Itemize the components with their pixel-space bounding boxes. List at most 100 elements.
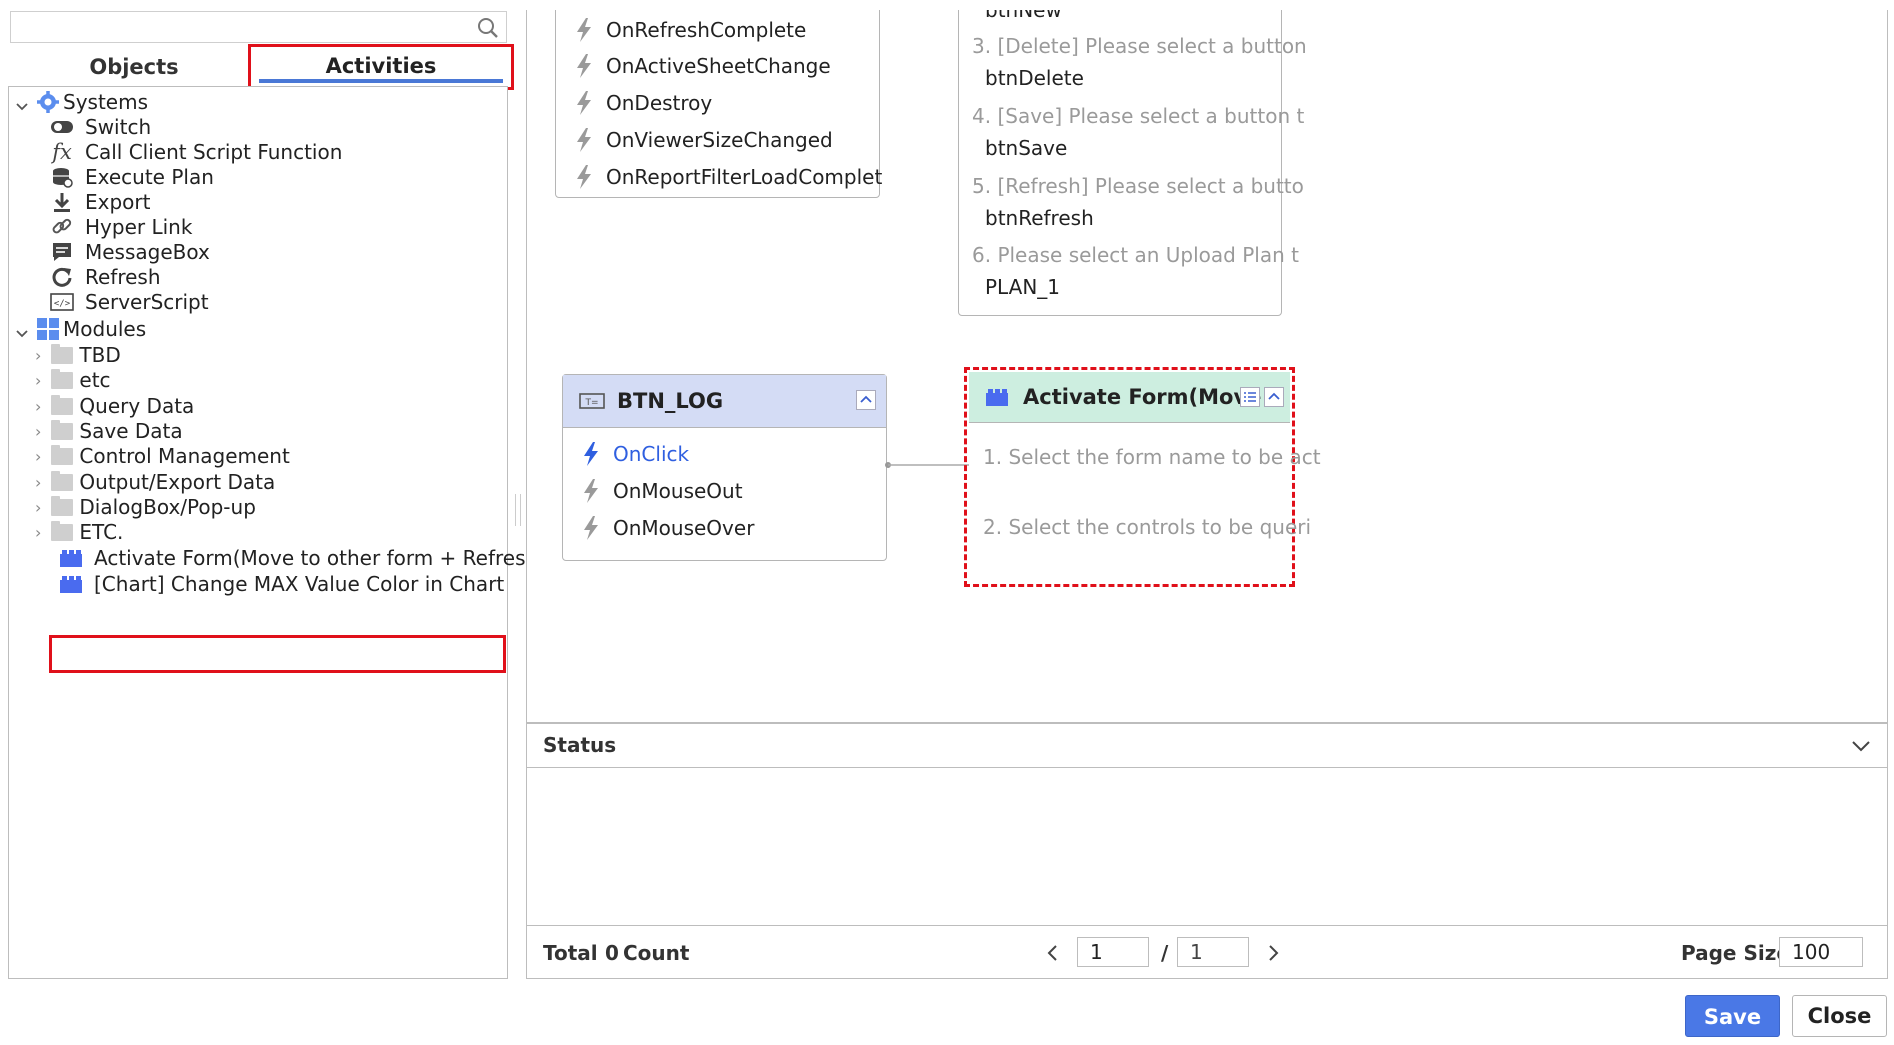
chevron-right-icon: › bbox=[35, 421, 42, 441]
flow-canvas[interactable]: OnRefreshComplete OnActiveSheetChange On… bbox=[526, 10, 1888, 723]
search-input[interactable] bbox=[10, 11, 507, 43]
tree-item-chart-max-color[interactable]: [Chart] Change MAX Value Color in Chart bbox=[58, 569, 504, 599]
tree-item-label: Execute Plan bbox=[85, 165, 214, 189]
event-item[interactable]: OnDestroy bbox=[574, 88, 712, 118]
param-label: 3. [Delete] Please select a button bbox=[972, 34, 1307, 58]
chevron-down-icon[interactable] bbox=[1851, 738, 1871, 754]
tree-folder-label: ETC. bbox=[79, 520, 124, 544]
chevron-right-icon[interactable] bbox=[1265, 944, 1281, 962]
tree-item-label: Switch bbox=[85, 115, 152, 139]
lightning-icon bbox=[577, 91, 591, 115]
grid-icon bbox=[35, 316, 61, 342]
panel-splitter[interactable] bbox=[515, 494, 521, 526]
selection-highlight bbox=[49, 635, 506, 673]
lightning-icon bbox=[577, 128, 591, 152]
node-header[interactable]: T= BTN_LOG bbox=[563, 375, 886, 428]
event-label: OnViewerSizeChanged bbox=[606, 128, 833, 152]
tree-node-label: Systems bbox=[63, 90, 148, 114]
param-label: 4. [Save] Please select a button t bbox=[972, 104, 1305, 128]
pagination-bar: Total 0 Count 1 / 1 Page Size 100 bbox=[526, 925, 1888, 979]
tree-item-label: Call Client Script Function bbox=[85, 140, 343, 164]
total-label: Total bbox=[543, 941, 598, 965]
parameter-node[interactable]: btnNew 3. [Delete] Please select a butto… bbox=[958, 10, 1307, 316]
event-item[interactable]: OnReportFilterLoadComplet bbox=[574, 162, 882, 192]
tree-item-label: MessageBox bbox=[85, 240, 210, 264]
total-count: 0 bbox=[605, 941, 619, 965]
tree-item-serverscript[interactable]: </> ServerScript bbox=[49, 287, 209, 317]
save-button[interactable]: Save bbox=[1685, 995, 1780, 1037]
chevron-left-icon[interactable] bbox=[1045, 944, 1061, 962]
chevron-right-icon: › bbox=[35, 345, 42, 365]
tab-activities-label: Activities bbox=[325, 54, 437, 78]
param-value[interactable]: PLAN_1 bbox=[985, 272, 1060, 302]
current-page-input[interactable]: 1 bbox=[1077, 937, 1149, 967]
status-title: Status bbox=[543, 733, 617, 757]
param-label: 5. [Refresh] Please select a butto bbox=[972, 174, 1304, 198]
event-label: OnActiveSheetChange bbox=[606, 54, 831, 78]
list-icon bbox=[1244, 392, 1256, 402]
close-button[interactable]: Close bbox=[1792, 995, 1887, 1037]
param-label[interactable]: 1. Select the form name to be act bbox=[983, 442, 1321, 472]
tree-folder-label: DialogBox/Pop-up bbox=[79, 495, 256, 519]
event-item-onclick[interactable]: OnClick bbox=[581, 439, 689, 469]
total-pages: 1 bbox=[1177, 937, 1249, 967]
collapse-button[interactable] bbox=[856, 390, 876, 410]
chevron-right-icon: › bbox=[35, 472, 42, 492]
tab-objects[interactable]: Objects bbox=[10, 48, 258, 86]
tree-folder-label: TBD bbox=[79, 343, 121, 367]
chevron-down-icon[interactable] bbox=[15, 327, 29, 341]
lightning-icon bbox=[577, 54, 591, 78]
tree-node-label: Modules bbox=[63, 317, 147, 341]
tab-activities[interactable]: Activities bbox=[248, 44, 514, 90]
tree-item-label: Refresh bbox=[85, 265, 161, 289]
search-icon[interactable] bbox=[476, 16, 500, 40]
event-label: OnClick bbox=[613, 442, 690, 466]
page-size-input[interactable]: 100 bbox=[1779, 937, 1863, 967]
folder-icon bbox=[51, 470, 74, 491]
event-label: OnDestroy bbox=[606, 91, 713, 115]
chevron-right-icon: › bbox=[35, 522, 42, 542]
param-label[interactable]: 2. Select the controls to be queri bbox=[983, 512, 1311, 542]
lightning-icon bbox=[584, 516, 598, 540]
tree-folder-label: etc bbox=[79, 368, 111, 392]
event-item[interactable]: OnMouseOver bbox=[581, 513, 754, 543]
tree-item-label: ServerScript bbox=[85, 290, 209, 314]
tree-folder-label: Query Data bbox=[79, 394, 195, 418]
svg-text:</>: </> bbox=[54, 299, 71, 309]
event-item[interactable]: OnMouseOut bbox=[581, 476, 743, 506]
chevron-up-icon bbox=[860, 395, 872, 403]
param-value[interactable]: btnDelete bbox=[985, 63, 1084, 93]
node-header[interactable]: Activate Form(Move t bbox=[969, 372, 1290, 423]
module-block-icon bbox=[986, 389, 1008, 406]
collapse-button[interactable] bbox=[1264, 387, 1284, 407]
param-label: 6. Please select an Upload Plan t bbox=[972, 243, 1299, 267]
lightning-icon bbox=[577, 165, 591, 189]
event-label: OnMouseOver bbox=[613, 516, 755, 540]
event-label: OnReportFilterLoadComplet bbox=[606, 165, 883, 189]
active-tab-indicator bbox=[259, 79, 503, 83]
module-block-icon bbox=[58, 545, 84, 571]
button-control-icon: T= bbox=[579, 393, 605, 409]
event-list-node[interactable]: OnRefreshComplete OnActiveSheetChange On… bbox=[555, 10, 882, 198]
event-item[interactable]: OnActiveSheetChange bbox=[574, 51, 831, 81]
tree-item-label: Activate Form(Move to other form + Refre… bbox=[94, 546, 547, 570]
tree-folder-label: Output/Export Data bbox=[79, 470, 276, 494]
lightning-icon bbox=[577, 18, 591, 42]
btn-log-node[interactable]: T= BTN_LOG OnClick OnMouseOut OnMouseOve… bbox=[562, 374, 887, 561]
svg-text:T=: T= bbox=[584, 398, 598, 408]
param-value[interactable]: btnRefresh bbox=[985, 203, 1094, 233]
param-value[interactable]: btnSave bbox=[985, 133, 1067, 163]
module-block-icon bbox=[58, 571, 84, 597]
event-item[interactable]: OnViewerSizeChanged bbox=[574, 125, 833, 155]
chevron-right-icon: › bbox=[35, 396, 42, 416]
status-content bbox=[526, 768, 1888, 925]
activities-tree-panel: Systems Switch fx Call Client Script Fun… bbox=[8, 86, 546, 979]
tree-item-label: Hyper Link bbox=[85, 215, 193, 239]
event-item[interactable]: OnRefreshComplete bbox=[574, 15, 806, 45]
activate-form-node[interactable]: Activate Form(Move t 1. Select the form … bbox=[969, 372, 1321, 580]
page-separator: / bbox=[1161, 941, 1169, 965]
chevron-right-icon: › bbox=[35, 446, 42, 466]
chevron-down-icon[interactable] bbox=[15, 100, 29, 114]
list-button[interactable] bbox=[1240, 387, 1260, 407]
status-header[interactable]: Status bbox=[526, 723, 1888, 768]
